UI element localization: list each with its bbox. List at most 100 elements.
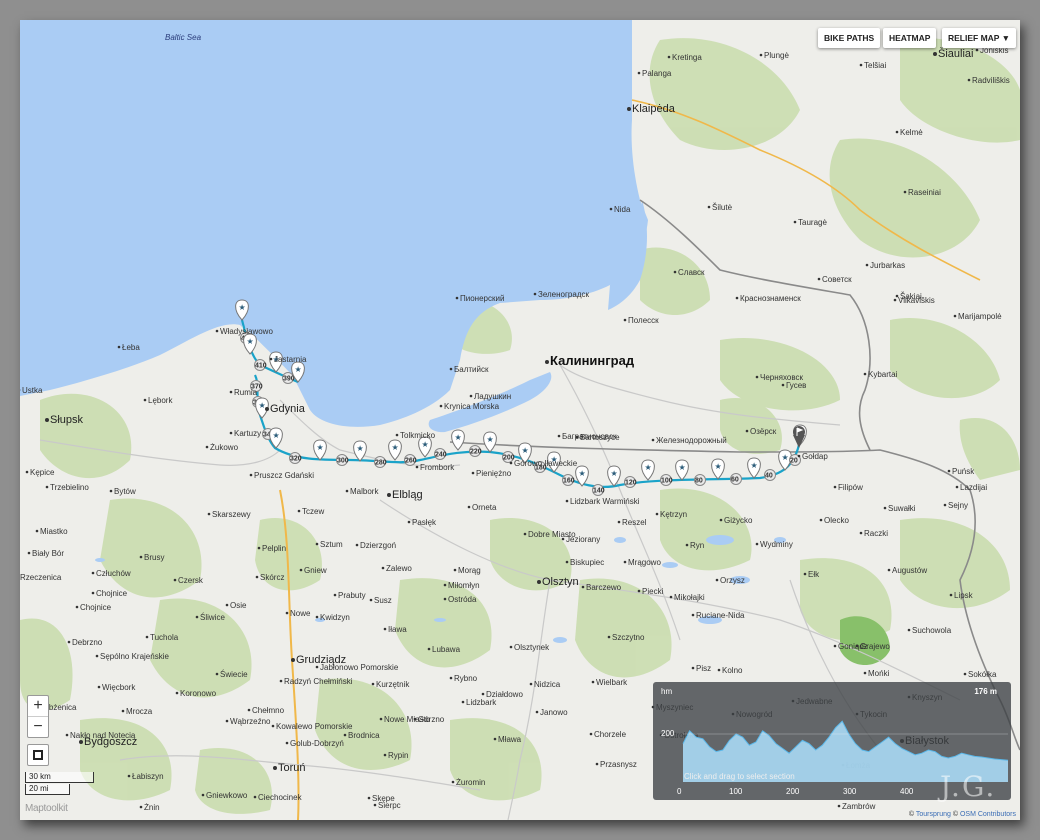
place-label: Osie — [230, 601, 247, 610]
place-dot — [707, 205, 711, 209]
place-dot — [373, 803, 377, 807]
place-dot — [255, 575, 259, 579]
scale-bar: 30 km 20 mi — [25, 772, 97, 796]
place-label: Железнодорожный — [656, 436, 727, 445]
place-dot — [863, 372, 867, 376]
place-dot — [589, 732, 593, 736]
place-label: Славск — [678, 268, 705, 277]
place-label: Piecki — [642, 587, 664, 596]
place-dot — [865, 263, 869, 267]
place-dot — [975, 48, 979, 52]
elevation-tick-x-4: 400 — [900, 787, 914, 796]
place-labiszyn: Łabiszyn — [127, 772, 164, 781]
osm-link[interactable]: OSM Contributors — [960, 811, 1016, 818]
scale-metric: 30 km — [25, 772, 94, 783]
elevation-hint: Click and drag to select section — [684, 772, 795, 781]
place-slupsk: Słupsk — [45, 414, 84, 426]
zoom-in-button[interactable]: + — [28, 696, 48, 716]
place-zuromin: Żuromin — [451, 778, 485, 787]
svg-text:★: ★ — [611, 469, 618, 478]
place-label: Kelmė — [900, 128, 923, 137]
place-label: Lubawa — [432, 645, 461, 654]
place-dot — [545, 360, 549, 364]
km-marker[interactable]: 40 — [764, 469, 776, 481]
place-zukowo: Żukowo — [205, 443, 239, 452]
place-label: Elbląg — [392, 489, 423, 501]
place-wabrzezno: Wąbrzeźno — [225, 717, 271, 726]
place-label: Kowalewo Pomorskie — [276, 722, 353, 731]
heatmap-button[interactable]: HEATMAP — [883, 28, 937, 48]
place-label: Szczytno — [612, 633, 645, 642]
place-dot — [97, 685, 101, 689]
place-label: Lazdijai — [960, 483, 987, 492]
place-sliwice: Śliwice — [195, 613, 225, 622]
toursprung-link[interactable]: Toursprung — [916, 811, 951, 818]
place-frombork: Frombork — [415, 463, 455, 472]
place-dot — [455, 296, 459, 300]
place-brodnica: Brodnica — [343, 731, 380, 740]
place-label: Reszel — [622, 518, 647, 527]
place-label: Żnin — [144, 803, 160, 812]
svg-text:★: ★ — [317, 443, 324, 452]
svg-text:40: 40 — [765, 473, 773, 480]
svg-text:240: 240 — [435, 452, 447, 459]
place-label: Mława — [498, 735, 522, 744]
place-ustka: Ustka — [20, 386, 43, 395]
place-dot — [253, 795, 257, 799]
place-label: Pelplin — [262, 544, 286, 553]
place-label: Gołdap — [802, 452, 828, 461]
place-dot — [383, 753, 387, 757]
place-koscierzyna: Skarszewy — [207, 510, 251, 519]
attribution: © Toursprung © OSM Contributors — [908, 811, 1016, 818]
place-goldap: Gołdap — [797, 452, 828, 461]
fullscreen-button[interactable] — [27, 744, 49, 766]
place-label: Krynica Morska — [444, 402, 500, 411]
km-marker[interactable]: 60 — [730, 473, 742, 485]
place-label: Władysławowo — [220, 327, 273, 336]
place-dot — [781, 383, 785, 387]
place-dot — [315, 542, 319, 546]
place-ilawa: Iława — [383, 625, 407, 634]
place-dot — [45, 485, 49, 489]
place-label: Plungė — [764, 51, 789, 60]
place-dot — [967, 78, 971, 82]
place-jurbarkas: Jurbarkas — [865, 261, 905, 270]
place-kelme: Kelmė — [895, 128, 923, 137]
fullscreen-icon — [33, 749, 43, 760]
km-marker[interactable]: 80 — [694, 474, 706, 486]
place-label: Klaipėda — [632, 103, 676, 115]
place-dot — [895, 294, 899, 298]
place-zambrow: Zambrów — [837, 802, 876, 811]
relief-map-button[interactable]: RELIEF MAP ▼ — [942, 28, 1017, 48]
place-dot — [565, 560, 569, 564]
place-dot — [453, 568, 457, 572]
place-label: Kwidzyn — [320, 613, 350, 622]
place-olsztyn: Olsztyn — [537, 576, 579, 588]
place-dot — [407, 520, 411, 524]
place-dot — [755, 542, 759, 546]
place-dot — [607, 635, 611, 639]
zoom-out-button[interactable]: − — [28, 716, 48, 737]
place-dot — [655, 512, 659, 516]
place-szczecinek: Biały Bór — [27, 549, 64, 558]
svg-text:20: 20 — [790, 458, 798, 465]
place-debrzno: Debrzno — [67, 638, 103, 647]
place-gizycko: Giżycko — [719, 516, 753, 525]
place-dot — [883, 506, 887, 510]
place-dot — [651, 438, 655, 442]
place-label: Jastarnia — [274, 355, 307, 364]
place-tuchola: Tuchola — [145, 633, 179, 642]
place-label: Wąbrzeźno — [230, 717, 271, 726]
bike-paths-button[interactable]: BIKE PATHS — [818, 28, 881, 48]
place-gdynia: Gdynia — [265, 403, 306, 415]
place-suwalki: Suwałki — [883, 504, 916, 513]
place-raseiniai: Raseiniai — [903, 188, 941, 197]
place-label: Śliwice — [200, 613, 225, 622]
place-dot — [537, 580, 541, 584]
place-sztum: Sztum — [315, 540, 343, 549]
place-label: Świecie — [220, 670, 248, 679]
place-dot — [25, 470, 29, 474]
place-label: Skępe — [372, 794, 395, 803]
place-dot — [837, 804, 841, 808]
place-dot — [315, 615, 319, 619]
